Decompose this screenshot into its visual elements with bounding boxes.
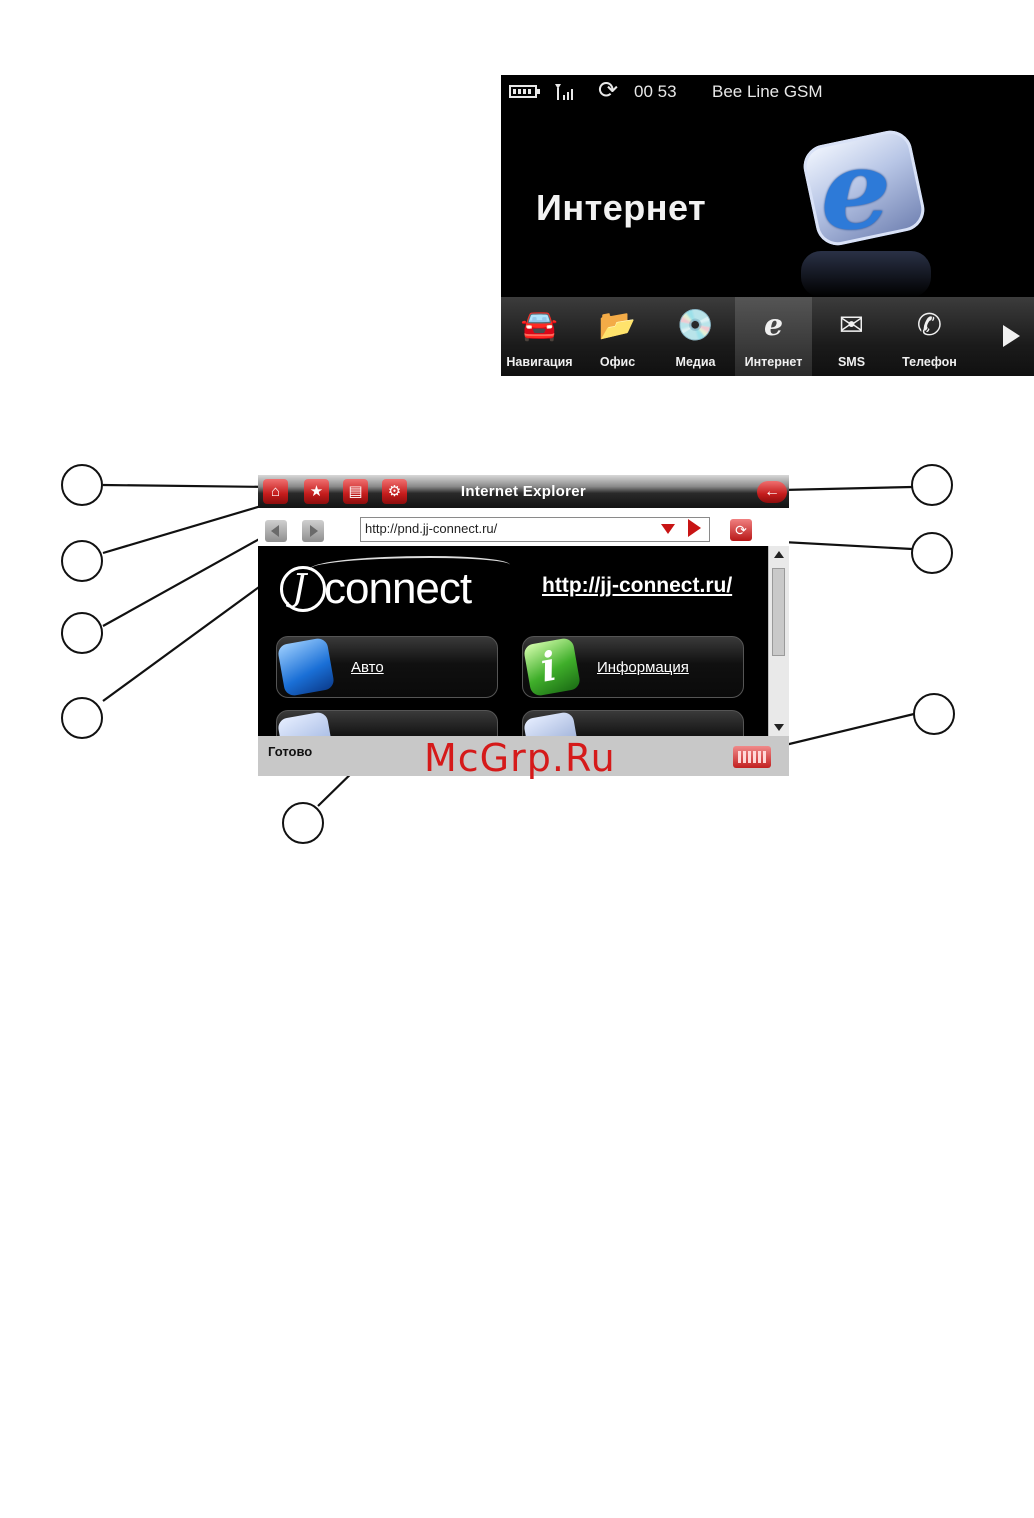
link-button[interactable] (522, 710, 744, 736)
refresh-icon: ⟳ (735, 522, 747, 538)
go-button[interactable] (688, 519, 701, 537)
status-text: Готово (268, 744, 313, 759)
info-link-button[interactable]: Информация (522, 636, 744, 698)
forward-button[interactable] (302, 520, 324, 542)
address-field[interactable]: http://pnd.jj-connect.ru/ (360, 517, 710, 542)
browser-window: ⌂ ★ ▤ ⚙ Internet Explorer ← http://pnd.j… (258, 475, 789, 776)
callout-marker (913, 693, 955, 735)
browser-title-bar: ⌂ ★ ▤ ⚙ Internet Explorer ← (258, 475, 789, 508)
page-content: J connect http://jj-connect.ru/ Авто Инф… (258, 546, 768, 736)
arrow-right-icon (310, 525, 318, 537)
tile-icon (276, 711, 336, 736)
scroll-up-icon[interactable] (774, 551, 784, 558)
back-button[interactable] (265, 520, 287, 542)
window-title: Internet Explorer (460, 483, 587, 500)
callout-marker (61, 697, 103, 739)
tile-icon (522, 711, 582, 736)
scroll-down-icon[interactable] (774, 724, 784, 731)
link-button[interactable] (276, 710, 498, 736)
arrow-left-icon (271, 525, 279, 537)
keyboard-button[interactable] (733, 746, 771, 768)
navigation-bar: http://pnd.jj-connect.ru/ ⟳ (258, 508, 789, 546)
callout-marker (282, 802, 324, 844)
callout-marker (911, 464, 953, 506)
exit-button[interactable]: ← (757, 481, 787, 503)
watermark: McGrp.Ru (424, 736, 616, 780)
site-link[interactable]: http://jj-connect.ru/ (542, 574, 732, 598)
vertical-scrollbar[interactable] (768, 546, 789, 736)
callout-marker (911, 532, 953, 574)
refresh-button[interactable]: ⟳ (730, 519, 752, 541)
car-tile-icon (276, 637, 336, 697)
auto-link-button[interactable]: Авто (276, 636, 498, 698)
callout-marker (61, 612, 103, 654)
back-arrow-icon: ← (764, 483, 780, 500)
scroll-thumb[interactable] (772, 568, 785, 656)
callout-marker (61, 464, 103, 506)
info-tile-icon (522, 637, 582, 697)
keyboard-icon (738, 751, 766, 763)
address-dropdown-icon[interactable] (661, 524, 675, 534)
callout-marker (61, 540, 103, 582)
